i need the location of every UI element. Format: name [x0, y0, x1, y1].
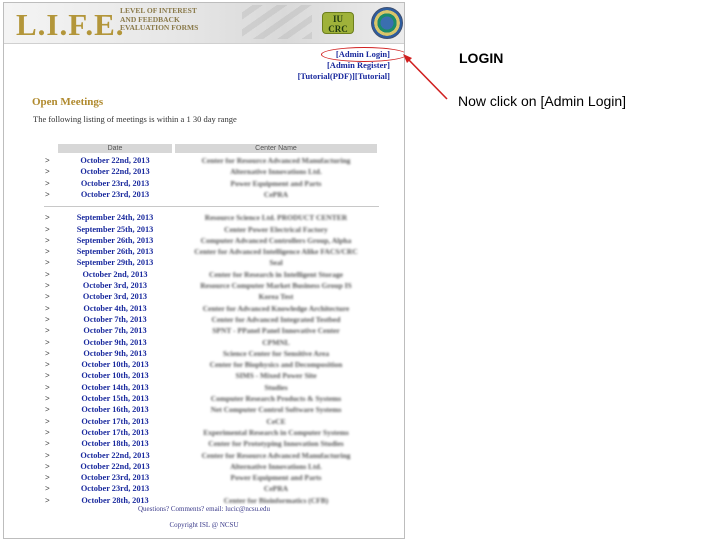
- annotation-instruction: Now click on [Admin Login]: [458, 93, 627, 109]
- annotation-title: LOGIN: [459, 50, 504, 66]
- callout-arrow-line: [405, 56, 448, 100]
- callout-arrow: [403, 54, 448, 100]
